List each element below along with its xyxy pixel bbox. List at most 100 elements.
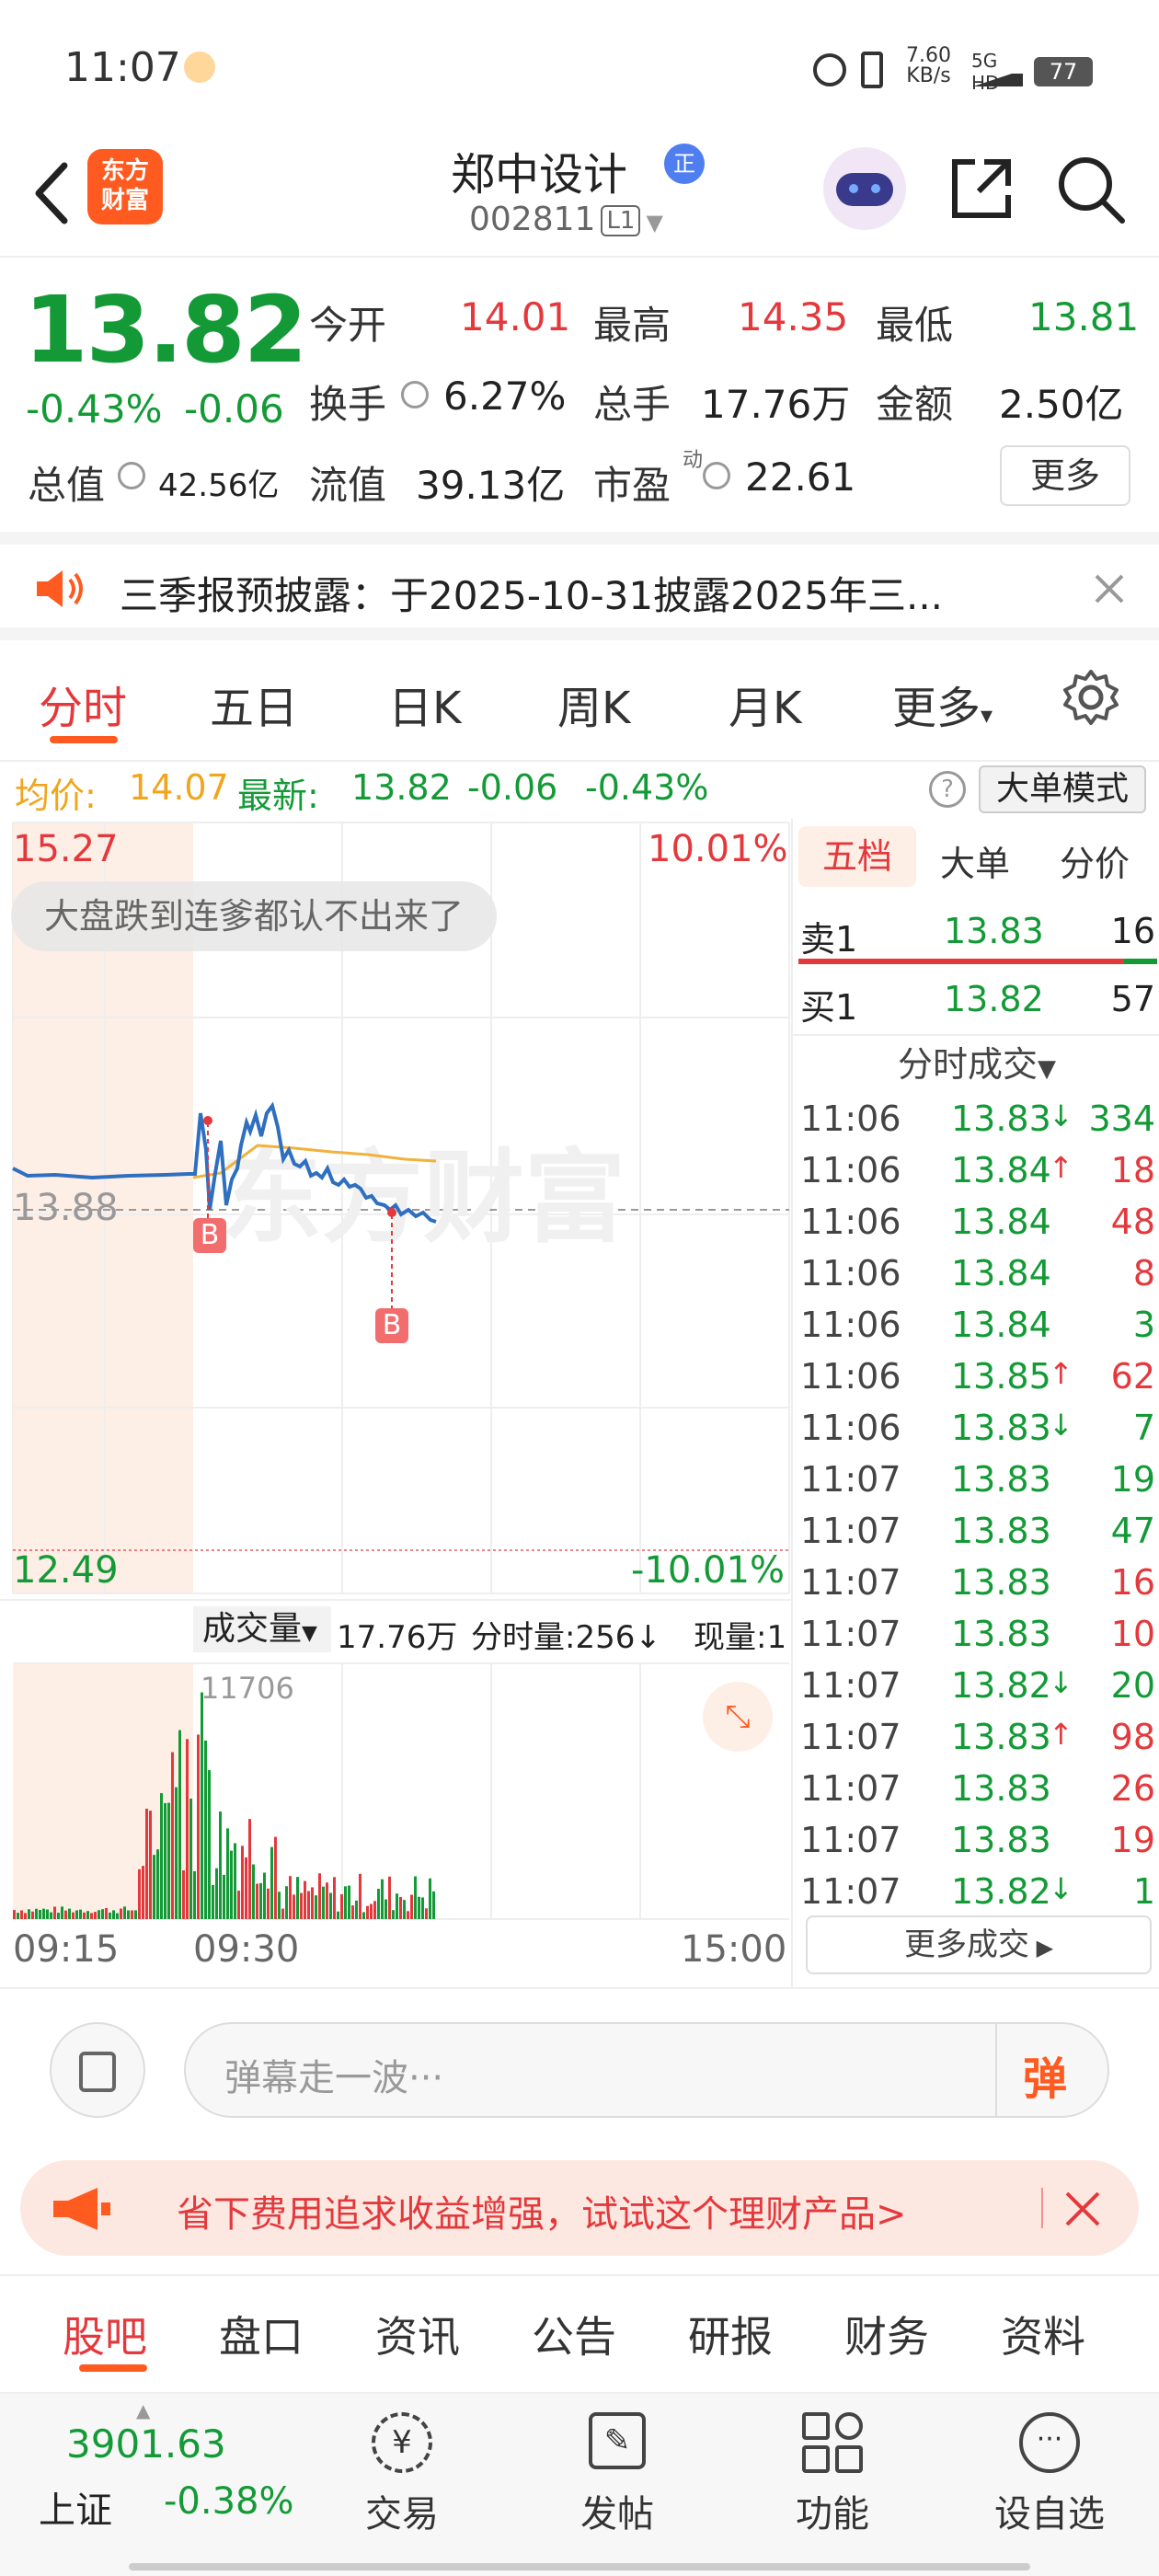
trade-price: 13.83 <box>951 1768 1051 1809</box>
trade-row: 11:07 13.83 ↑ 98 <box>793 1711 1159 1763</box>
volume-bar <box>193 1870 196 1919</box>
volume-bar <box>35 1908 38 1919</box>
intraday-info-line: 均价: 14.07 最新: 13.82 -0.06 -0.43% ? 大单模式 <box>0 760 1159 816</box>
tab-guba[interactable]: 股吧 <box>63 2304 147 2364</box>
expand-icon[interactable]: ⤡ <box>703 1682 773 1752</box>
time-end: 15:00 <box>681 1928 787 1971</box>
tab-five-day[interactable]: 五日 <box>210 672 298 736</box>
intraday-chart[interactable]: 东方财富 15.27 10.01% 13.88 12.49 -10.01% 大盘… <box>0 819 791 1601</box>
volume-bar <box>116 1913 119 1919</box>
robot-assistant-icon[interactable] <box>823 147 906 230</box>
tab-profile[interactable]: 资料 <box>1001 2304 1085 2364</box>
last-price: 13.82 <box>24 276 307 384</box>
danmu-bubble[interactable]: 大盘跌到连爹都认不出来了 <box>11 881 498 951</box>
volume-bar <box>28 1909 30 1919</box>
volume-bar <box>42 1908 45 1919</box>
tab-monthly-k[interactable]: 月K <box>729 672 801 736</box>
settings-icon[interactable] <box>1061 668 1120 727</box>
volume-bar <box>399 1896 402 1919</box>
more-trades-label: 更多成交 <box>903 1926 1029 1963</box>
tab-more[interactable]: 更多▾ <box>892 672 993 736</box>
danmu-list-icon[interactable] <box>50 2022 145 2118</box>
tab-intraday[interactable]: 分时 <box>39 672 127 736</box>
tab-research[interactable]: 研报 <box>688 2304 773 2364</box>
more-trades-button[interactable]: 更多成交 ▶ <box>806 1915 1152 1974</box>
logo-text-top: 东方 <box>100 157 149 185</box>
dock-post[interactable]: ✎ 发帖 <box>548 2412 686 2537</box>
tab-weekly-k[interactable]: 周K <box>557 672 630 736</box>
close-icon[interactable] <box>1063 2190 1102 2228</box>
trade-price: 13.83 <box>951 1098 1051 1139</box>
trade-row: 11:06 13.85 ↑ 62 <box>793 1351 1159 1402</box>
search-icon[interactable] <box>1056 155 1126 224</box>
tab-financials[interactable]: 财务 <box>844 2304 929 2364</box>
more-dots-icon: ··· <box>1019 2412 1080 2473</box>
promo-banner[interactable]: 省下费用追求收益增强，试试这个理财产品> <box>20 2160 1139 2256</box>
more-quote-button[interactable]: 更多 <box>1000 445 1130 506</box>
big-order-mode-button[interactable]: 大单模式 <box>979 765 1146 813</box>
volume-bar <box>300 1892 303 1919</box>
danmu-input[interactable]: 弹幕走一波··· 弹 <box>184 2022 1109 2118</box>
amount-value: 2.50亿 <box>999 382 1124 427</box>
volume-chart[interactable]: 11706 ⤡ <box>0 1660 791 1923</box>
info-icon[interactable] <box>118 462 145 489</box>
pe-label: 市盈 <box>593 463 671 508</box>
tab-daily-k[interactable]: 日K <box>388 672 461 736</box>
trades-header[interactable]: 分时成交▼ <box>793 1034 1159 1091</box>
share-icon[interactable] <box>947 155 1016 223</box>
back-icon[interactable] <box>26 156 81 230</box>
tab-news[interactable]: 资讯 <box>375 2304 460 2364</box>
chevron-down-icon: ▾ <box>981 702 993 730</box>
orderbook-tab-five-levels[interactable]: 五档 <box>798 826 916 887</box>
volume-selector[interactable]: 成交量▼ <box>193 1606 331 1652</box>
info-icon[interactable] <box>703 462 730 489</box>
trade-price: 13.84 <box>951 1253 1051 1294</box>
volume-bar <box>189 1798 192 1919</box>
info-icon[interactable] <box>401 381 429 408</box>
orderbook-tab-price-dist[interactable]: 分价 <box>1060 835 1130 886</box>
volume-bar <box>57 1913 60 1919</box>
trade-price: 13.83 <box>951 1562 1051 1603</box>
volume-bar <box>145 1808 148 1919</box>
dock-add-watchlist[interactable]: ··· 设自选 <box>981 2412 1119 2537</box>
orderbook-tab-big-orders[interactable]: 大单 <box>940 835 1010 886</box>
trade-row: 11:06 13.83 ↓ 7 <box>793 1402 1159 1454</box>
notice-bar[interactable]: 三季报预披露：于2025-10-31披露2025年三... <box>0 532 1159 640</box>
sell-1-row: 卖1 13.83 16 <box>793 905 1159 960</box>
status-time: 11:07 <box>64 44 181 91</box>
volume-bar <box>248 1819 251 1919</box>
volume-bar <box>359 1873 361 1919</box>
stock-code-row[interactable]: 002811 L1 ▼ <box>469 201 663 238</box>
chevron-down-icon: ▼ <box>302 1622 317 1645</box>
buy-marker[interactable]: B <box>193 1218 226 1253</box>
dock-add-watchlist-label: 设自选 <box>994 2493 1105 2536</box>
close-icon[interactable] <box>1091 570 1128 607</box>
danmu-send-button[interactable]: 弹 <box>1023 2042 1067 2107</box>
volume-bar <box>384 1899 387 1919</box>
change-percent: -0.43% <box>26 386 163 431</box>
volume-bar <box>311 1887 314 1919</box>
volume-bar <box>274 1836 277 1919</box>
tab-pankou[interactable]: 盘口 <box>219 2304 304 2364</box>
dock-trade[interactable]: ¥ 交易 <box>333 2412 471 2537</box>
trade-qty: 10 <box>1110 1614 1155 1654</box>
volume-bar <box>68 1908 71 1919</box>
volume-bar <box>112 1910 115 1919</box>
buy-marker[interactable]: B <box>375 1308 408 1343</box>
volume-bar <box>13 1910 16 1919</box>
help-icon[interactable]: ? <box>929 771 966 808</box>
latest-change-pct: -0.43% <box>585 767 709 808</box>
market-cap-label: 总值 <box>28 463 106 508</box>
trade-time: 11:07 <box>800 1717 901 1757</box>
index-value: 3901.63 <box>66 2421 226 2467</box>
buy-1-price: 13.82 <box>944 979 1044 1019</box>
change-amount: -0.06 <box>184 386 284 431</box>
notification-icon <box>184 52 215 83</box>
index-ticker[interactable]: ▲ 3901.63 上证 -0.38% <box>28 2399 322 2541</box>
tab-announcements[interactable]: 公告 <box>532 2304 616 2364</box>
stock-badge[interactable]: 正 <box>664 144 705 184</box>
dock-functions[interactable]: 功能 <box>763 2412 901 2537</box>
bid-ask-bar <box>798 959 1157 964</box>
trades-title: 分时成交 <box>897 1044 1038 1085</box>
trade-row: 11:06 13.83 ↓ 334 <box>793 1093 1159 1144</box>
